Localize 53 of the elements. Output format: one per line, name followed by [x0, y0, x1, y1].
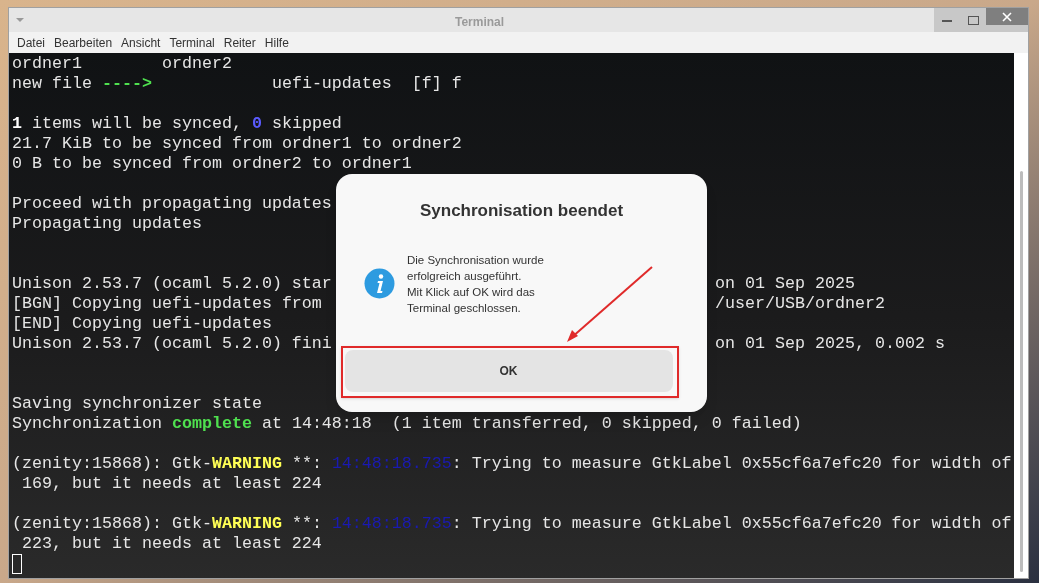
- dialog-title: Synchronisation beendet: [419, 200, 624, 222]
- dialog-message: Die Synchronisation wurde erfolgreich ausgeführt. Mit Klick auf OK wird das Terminal geschlossen.: [407, 252, 545, 316]
- terminal-text: WARNING: [211, 454, 282, 473]
- terminal-text: Proceed with propagating updates: [12, 194, 332, 213]
- terminal-text: skipped: [270, 114, 342, 133]
- terminal-text: : Trying to measure GtkLabel 0x55cf6a7efc20 for width of: [451, 454, 1012, 473]
- terminal-text: on 01 Sep 2025, 0.002 s: [715, 334, 945, 354]
- menu-item[interactable]: Ansicht: [121, 33, 161, 52]
- ok-button[interactable]: OK: [344, 349, 673, 392]
- menu-item[interactable]: Hilfe: [264, 33, 289, 52]
- menu-item[interactable]: Datei: [17, 33, 45, 52]
- terminal-text: Saving synchronizer state: [12, 394, 262, 413]
- terminal-text: 169, but it needs at least 224: [21, 474, 322, 493]
- close-button[interactable]: [986, 8, 1028, 25]
- minimize-icon: [942, 18, 952, 22]
- close-icon: [1002, 11, 1012, 22]
- terminal-text: **:: [290, 514, 323, 533]
- window-title: Terminal: [455, 14, 505, 31]
- terminal-text: Synchronization: [12, 414, 163, 433]
- terminal-text: 1: [12, 114, 22, 133]
- terminal-text: 0 B to be synced from ordner2 to ordner1: [12, 154, 412, 173]
- terminal-text: ordner1 ordner2: [12, 54, 232, 73]
- terminal-text: **:: [290, 454, 323, 473]
- terminal-text: [END] Copying uefi-updates: [12, 314, 272, 333]
- terminal-text: [BGN] Copying uefi-updates from: [12, 294, 322, 313]
- terminal-text: 0: [251, 114, 262, 133]
- terminal-text: on 01 Sep 2025: [715, 274, 855, 294]
- menu-item[interactable]: Terminal: [169, 33, 215, 52]
- terminal-text: Unison 2.53.7 (ocaml 5.2.0) fini: [12, 334, 332, 353]
- terminal-text: uefi-updates [f] f: [270, 74, 462, 93]
- terminal-text: new file: [12, 74, 93, 93]
- scrollbar[interactable]: [1014, 53, 1028, 578]
- terminal-text: Unison 2.53.7 (ocaml 5.2.0) star: [12, 274, 332, 293]
- maximize-icon: [967, 15, 979, 25]
- terminal-text: 14:48:18.735: [331, 514, 452, 533]
- terminal-text: (zenity:15868): Gtk-: [12, 514, 212, 533]
- terminal-text: 14:48:18.735: [331, 454, 452, 473]
- window-menu-icon[interactable]: [15, 17, 25, 23]
- terminal-text: ---->: [101, 74, 152, 93]
- terminal-text: 223, but it needs at least 224: [21, 534, 322, 553]
- terminal-text: items will be synced,: [31, 114, 243, 133]
- terminal-text: 21.7 KiB to be synced from ordner1 to ordner2: [12, 134, 462, 153]
- terminal-text: WARNING: [211, 514, 282, 533]
- menu-item[interactable]: Bearbeiten: [54, 33, 113, 52]
- terminal-text: at 14:48:18 (1 item transferred, 0 skipped, 0 failed): [260, 414, 802, 433]
- terminal-text: : Trying to measure GtkLabel 0x55cf6a7efc20 for width of: [451, 514, 1012, 533]
- info-icon: [364, 268, 395, 299]
- cursor: [12, 554, 22, 574]
- menu-item[interactable]: Reiter: [223, 33, 256, 52]
- terminal-text: (zenity:15868): Gtk-: [12, 454, 212, 473]
- terminal-text: Propagating updates: [12, 214, 202, 233]
- terminal-text: /user/USB/ordner2: [715, 294, 885, 314]
- terminal-text: complete: [171, 414, 252, 433]
